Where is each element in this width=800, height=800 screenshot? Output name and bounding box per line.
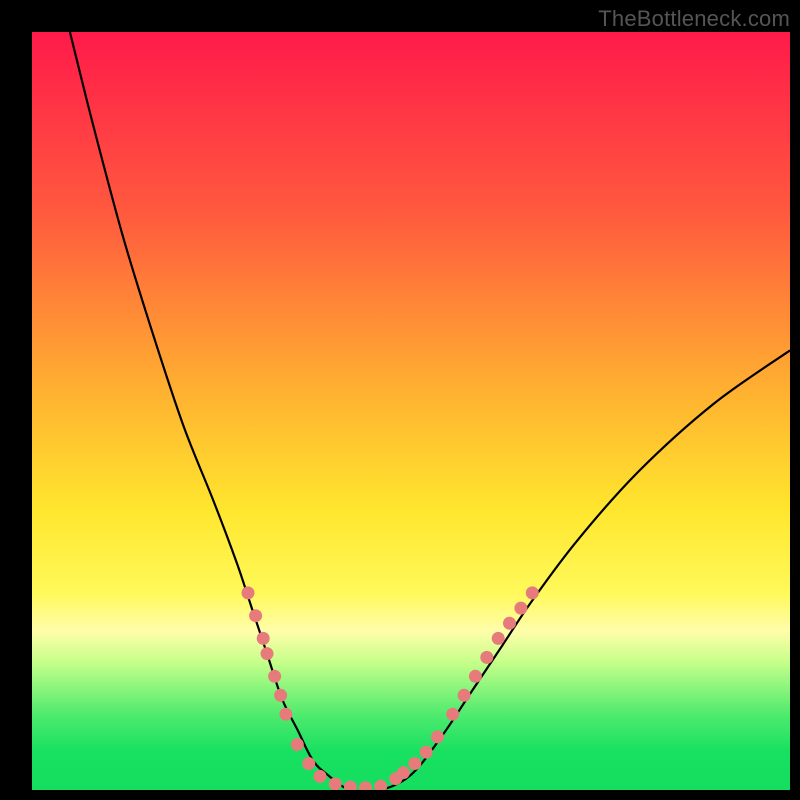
watermark-text: TheBottleneck.com (598, 6, 790, 32)
plot-area (32, 32, 790, 790)
chart-frame: TheBottleneck.com (0, 0, 800, 800)
